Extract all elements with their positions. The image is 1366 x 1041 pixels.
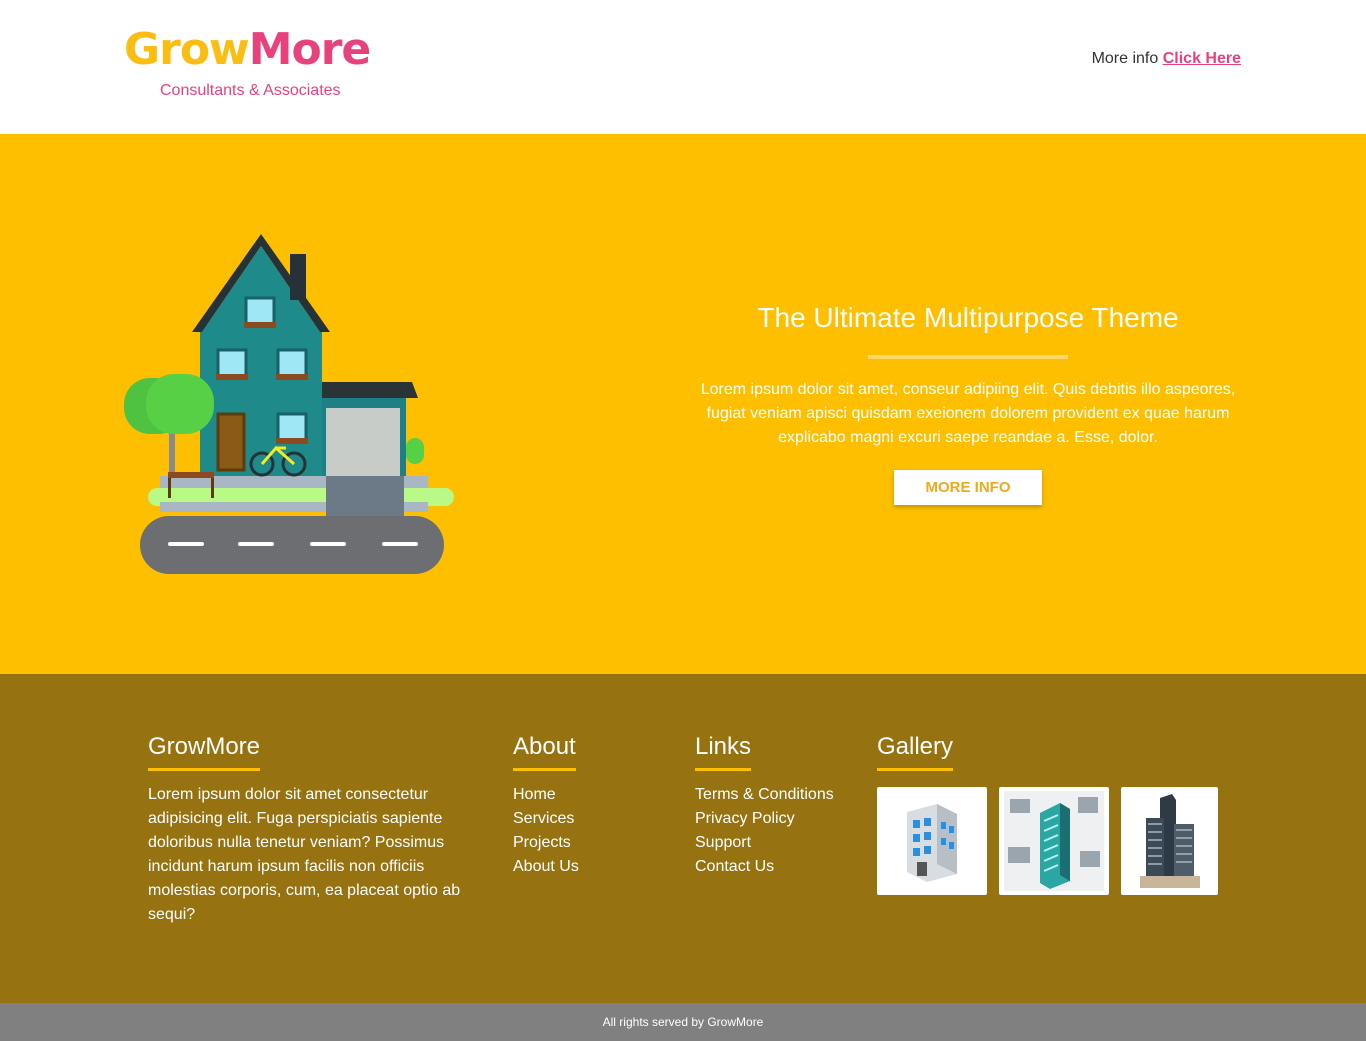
footer-links: Links Terms & Conditions Privacy Policy … (695, 732, 834, 879)
footer-gallery: Gallery (877, 732, 1218, 895)
footer-link-services[interactable]: Services (513, 807, 579, 831)
bush (406, 438, 424, 464)
chimney (290, 254, 306, 300)
road-line (382, 542, 418, 546)
footer-link-projects[interactable]: Projects (513, 831, 579, 855)
footer-brand-title: GrowMore (148, 732, 261, 771)
footer-gallery-title: Gallery (877, 732, 954, 771)
tree-foliage (146, 374, 214, 434)
road-line (168, 542, 204, 546)
logo[interactable]: GrowMore (124, 24, 372, 76)
gallery-image[interactable] (1121, 787, 1218, 895)
road-line (310, 542, 346, 546)
gallery-image[interactable] (877, 787, 987, 895)
footer-link-home[interactable]: Home (513, 783, 579, 807)
footer-link-terms[interactable]: Terms & Conditions (695, 783, 834, 807)
road-line (238, 542, 274, 546)
more-info-label: More info (1091, 50, 1159, 67)
flower-box (244, 322, 276, 328)
driveway (326, 476, 404, 516)
more-info-button[interactable]: More Info (894, 470, 1042, 505)
gallery-grid (877, 787, 1218, 895)
more-info: More info Click Here (1092, 50, 1241, 68)
logo-part-grow: Grow (124, 24, 250, 75)
flower-box (276, 374, 308, 380)
window (276, 348, 308, 378)
footer-brand: GrowMore Lorem ipsum dolor sit amet cons… (148, 732, 488, 927)
bench (168, 472, 214, 478)
hero-section: The Ultimate Multipurpose Theme Lorem ip… (0, 134, 1366, 674)
window (276, 412, 308, 442)
house-illustration (124, 234, 454, 574)
front-door (216, 412, 246, 472)
hero-text: Lorem ipsum dolor sit amet, conseur adip… (700, 381, 1236, 446)
building-icon (907, 804, 957, 882)
footer-link-about-us[interactable]: About Us (513, 855, 579, 879)
building-icon (1004, 791, 1104, 891)
footer-link-privacy[interactable]: Privacy Policy (695, 807, 834, 831)
window (244, 296, 276, 326)
building-icon (1139, 794, 1200, 888)
site-footer: GrowMore Lorem ipsum dolor sit amet cons… (0, 674, 1366, 1003)
footer-brand-text: Lorem ipsum dolor sit amet consectetur a… (148, 786, 461, 923)
footer-links-title: Links (695, 732, 752, 771)
logo-part-more: More (248, 24, 372, 75)
garage-door (326, 408, 400, 476)
hero-title: The Ultimate Multipurpose Theme (757, 302, 1179, 333)
garage-roof (316, 382, 418, 398)
footer-link-contact[interactable]: Contact Us (695, 855, 834, 879)
copyright-bar: All rights served by GrowMore (0, 1003, 1366, 1041)
site-header: GrowMore Consultants & Associates More i… (0, 0, 1366, 134)
bench-leg (211, 478, 214, 498)
tagline: Consultants & Associates (160, 82, 341, 99)
click-here-link[interactable]: Click Here (1163, 50, 1241, 67)
hero-divider (868, 355, 1068, 359)
window (216, 348, 248, 378)
bench-leg (168, 478, 171, 498)
flower-box (276, 438, 308, 444)
gallery-image[interactable] (999, 787, 1109, 895)
footer-about-title: About (513, 732, 576, 771)
flower-box (216, 374, 248, 380)
footer-link-support[interactable]: Support (695, 831, 834, 855)
footer-about: About Home Services Projects About Us (513, 732, 579, 879)
